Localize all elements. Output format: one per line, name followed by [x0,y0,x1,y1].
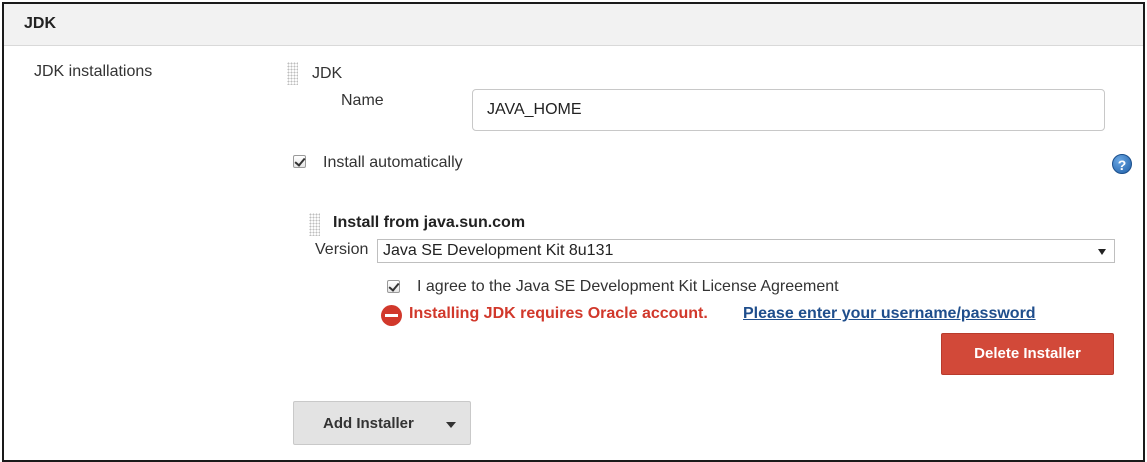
dropdown-arrow-icon [1098,249,1106,255]
drag-handle-icon[interactable] [309,213,320,236]
name-label: Name [341,92,384,109]
question-mark-icon[interactable]: ? [1112,154,1132,174]
drag-handle-icon[interactable] [287,62,298,85]
section-header: JDK [4,4,1143,46]
add-installer-label: Add Installer [323,415,414,432]
jdk-installations-label: JDK installations [34,63,153,80]
error-icon [381,305,402,326]
version-select[interactable]: Java SE Development Kit 8u131 [377,239,1115,263]
license-agreement-checkbox[interactable] [387,280,400,293]
version-label: Version [315,241,369,258]
caret-down-icon [446,422,456,428]
installer-title: Install from java.sun.com [333,214,526,231]
credentials-link[interactable]: Please enter your username/password [743,305,1036,323]
jdk-item-title: JDK [312,65,343,82]
error-message: Installing JDK requires Oracle account. [409,305,708,322]
version-selected-value: Java SE Development Kit 8u131 [383,242,614,259]
delete-installer-button[interactable]: Delete Installer [941,333,1114,375]
install-automatically-checkbox[interactable] [293,155,306,168]
license-agreement-label: I agree to the Java SE Development Kit L… [417,278,839,295]
add-installer-button[interactable]: Add Installer [293,401,471,445]
jdk-config-panel: JDK JDK installations JDK Name Install a… [2,2,1145,462]
name-input[interactable] [472,89,1105,131]
section-title: JDK [24,15,57,32]
install-automatically-label: Install automatically [323,154,463,171]
